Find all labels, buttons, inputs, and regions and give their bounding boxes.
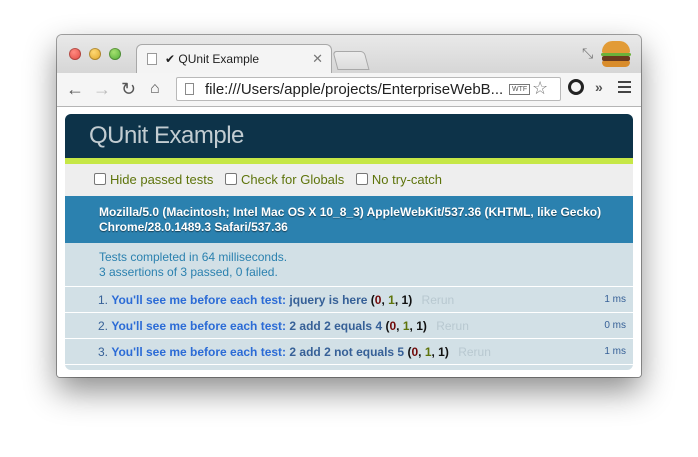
hide-passed-checkbox[interactable]: Hide passed tests — [94, 172, 213, 187]
test-runtime: 1 ms — [604, 294, 626, 305]
close-window-button[interactable] — [69, 48, 81, 60]
checkbox-icon[interactable] — [355, 173, 368, 185]
passed-count: 1 — [388, 293, 395, 307]
back-arrow-icon[interactable]: ← — [66, 79, 84, 99]
test-runtime: 1 ms — [604, 346, 626, 357]
test-list: 1. You'll see me before each test: jquer… — [65, 287, 633, 365]
test-number: 2. — [98, 319, 109, 333]
minimize-window-button[interactable] — [89, 48, 101, 60]
test-row[interactable]: 1. You'll see me before each test: jquer… — [65, 287, 633, 313]
failed-count: 0 — [389, 319, 397, 333]
test-module: You'll see me before each test: — [111, 319, 287, 333]
forward-arrow-icon[interactable]: → — [93, 79, 111, 99]
exit-fullscreen-icon[interactable]: ⤡ — [582, 45, 593, 62]
check-globals-checkbox[interactable]: Check for Globals — [224, 172, 345, 187]
total-count: 1 — [416, 319, 423, 333]
hide-passed-label: Hide passed tests — [110, 172, 214, 187]
url-text[interactable]: file:///Users/apple/projects/EnterpriseW… — [205, 81, 505, 98]
passed-count: 1 — [424, 345, 432, 359]
page-icon — [185, 83, 194, 95]
close-tab-icon[interactable]: ✕ — [312, 51, 323, 67]
page-title[interactable]: QUnit Example — [65, 114, 633, 164]
failed-count: 0 — [411, 345, 419, 359]
total-count: 1 — [401, 293, 409, 307]
maximize-window-button[interactable] — [109, 48, 121, 60]
no-try-catch-checkbox[interactable]: No try-catch — [355, 172, 442, 187]
failed-count: 0 — [374, 293, 382, 307]
test-module: You'll see me before each test: — [111, 293, 287, 307]
menu-icon[interactable] — [618, 81, 631, 96]
test-runtime: 0 ms — [604, 320, 626, 331]
rerun-link[interactable]: Rerun — [422, 293, 455, 307]
assertion-count: 3 assertions of 3 passed, 0 failed. — [99, 265, 278, 279]
no-try-catch-label: No try-catch — [371, 172, 442, 187]
page-content: QUnit Example Hide passed tests Check fo… — [57, 107, 641, 377]
test-summary: Tests completed in 64 milliseconds. 3 as… — [65, 243, 633, 287]
test-number: 1. — [98, 293, 109, 307]
test-counts: (0, 1, 1) — [407, 345, 449, 359]
extension-icon[interactable] — [568, 79, 584, 95]
qunit-container: QUnit Example Hide passed tests Check fo… — [65, 114, 633, 370]
qunit-toolbar: Hide passed tests Check for Globals No t… — [65, 164, 633, 196]
test-counts: (0, 1, 1) — [370, 293, 413, 307]
total-count: 1 — [438, 345, 445, 359]
browser-toolbar: ← → ↻ ⌂ file:///Users/apple/projects/Ent… — [57, 73, 641, 107]
more-extensions-icon[interactable]: » — [595, 79, 603, 95]
test-name: 2 add 2 not equals 5 — [289, 345, 405, 359]
test-counts: (0, 1, 1) — [385, 319, 427, 333]
profile-avatar-burger-icon[interactable] — [599, 39, 633, 69]
title-bar: ✔ QUnit Example ✕ ⤡ — [57, 35, 641, 75]
test-row[interactable]: 2. You'll see me before each test: 2 add… — [65, 313, 633, 339]
browser-window: ✔ QUnit Example ✕ ⤡ ← → ↻ ⌂ file:///User… — [57, 35, 641, 377]
wtf-extension-icon[interactable]: WTF — [509, 84, 531, 95]
reload-icon[interactable]: ↻ — [121, 79, 136, 99]
page-title-text[interactable]: QUnit Example — [89, 122, 244, 149]
test-module: You'll see me before each test: — [111, 345, 287, 359]
passed-count: 1 — [402, 319, 410, 333]
bookmark-star-icon[interactable]: ☆ — [532, 78, 548, 99]
user-agent-banner: Mozilla/5.0 (Macintosh; Intel Mac OS X 1… — [65, 196, 633, 243]
test-row[interactable]: 3. You'll see me before each test: 2 add… — [65, 339, 633, 365]
test-number: 3. — [98, 345, 109, 359]
home-icon[interactable]: ⌂ — [150, 79, 160, 99]
test-name: 2 add 2 equals 4 — [289, 319, 383, 333]
address-bar[interactable]: file:///Users/apple/projects/EnterpriseW… — [176, 77, 561, 101]
test-name: jquery is here — [289, 293, 368, 307]
checkbox-icon[interactable] — [224, 173, 237, 185]
check-globals-label: Check for Globals — [240, 172, 345, 187]
tab-title: ✔ QUnit Example — [165, 52, 260, 66]
checkbox-icon[interactable] — [94, 173, 106, 185]
page-icon — [147, 53, 157, 65]
rerun-link[interactable]: Rerun — [458, 345, 491, 359]
browser-tab[interactable]: ✔ QUnit Example ✕ — [136, 44, 332, 75]
rerun-link[interactable]: Rerun — [436, 319, 469, 333]
test-duration: Tests completed in 64 milliseconds. — [99, 250, 288, 264]
new-tab-button[interactable] — [332, 51, 370, 70]
